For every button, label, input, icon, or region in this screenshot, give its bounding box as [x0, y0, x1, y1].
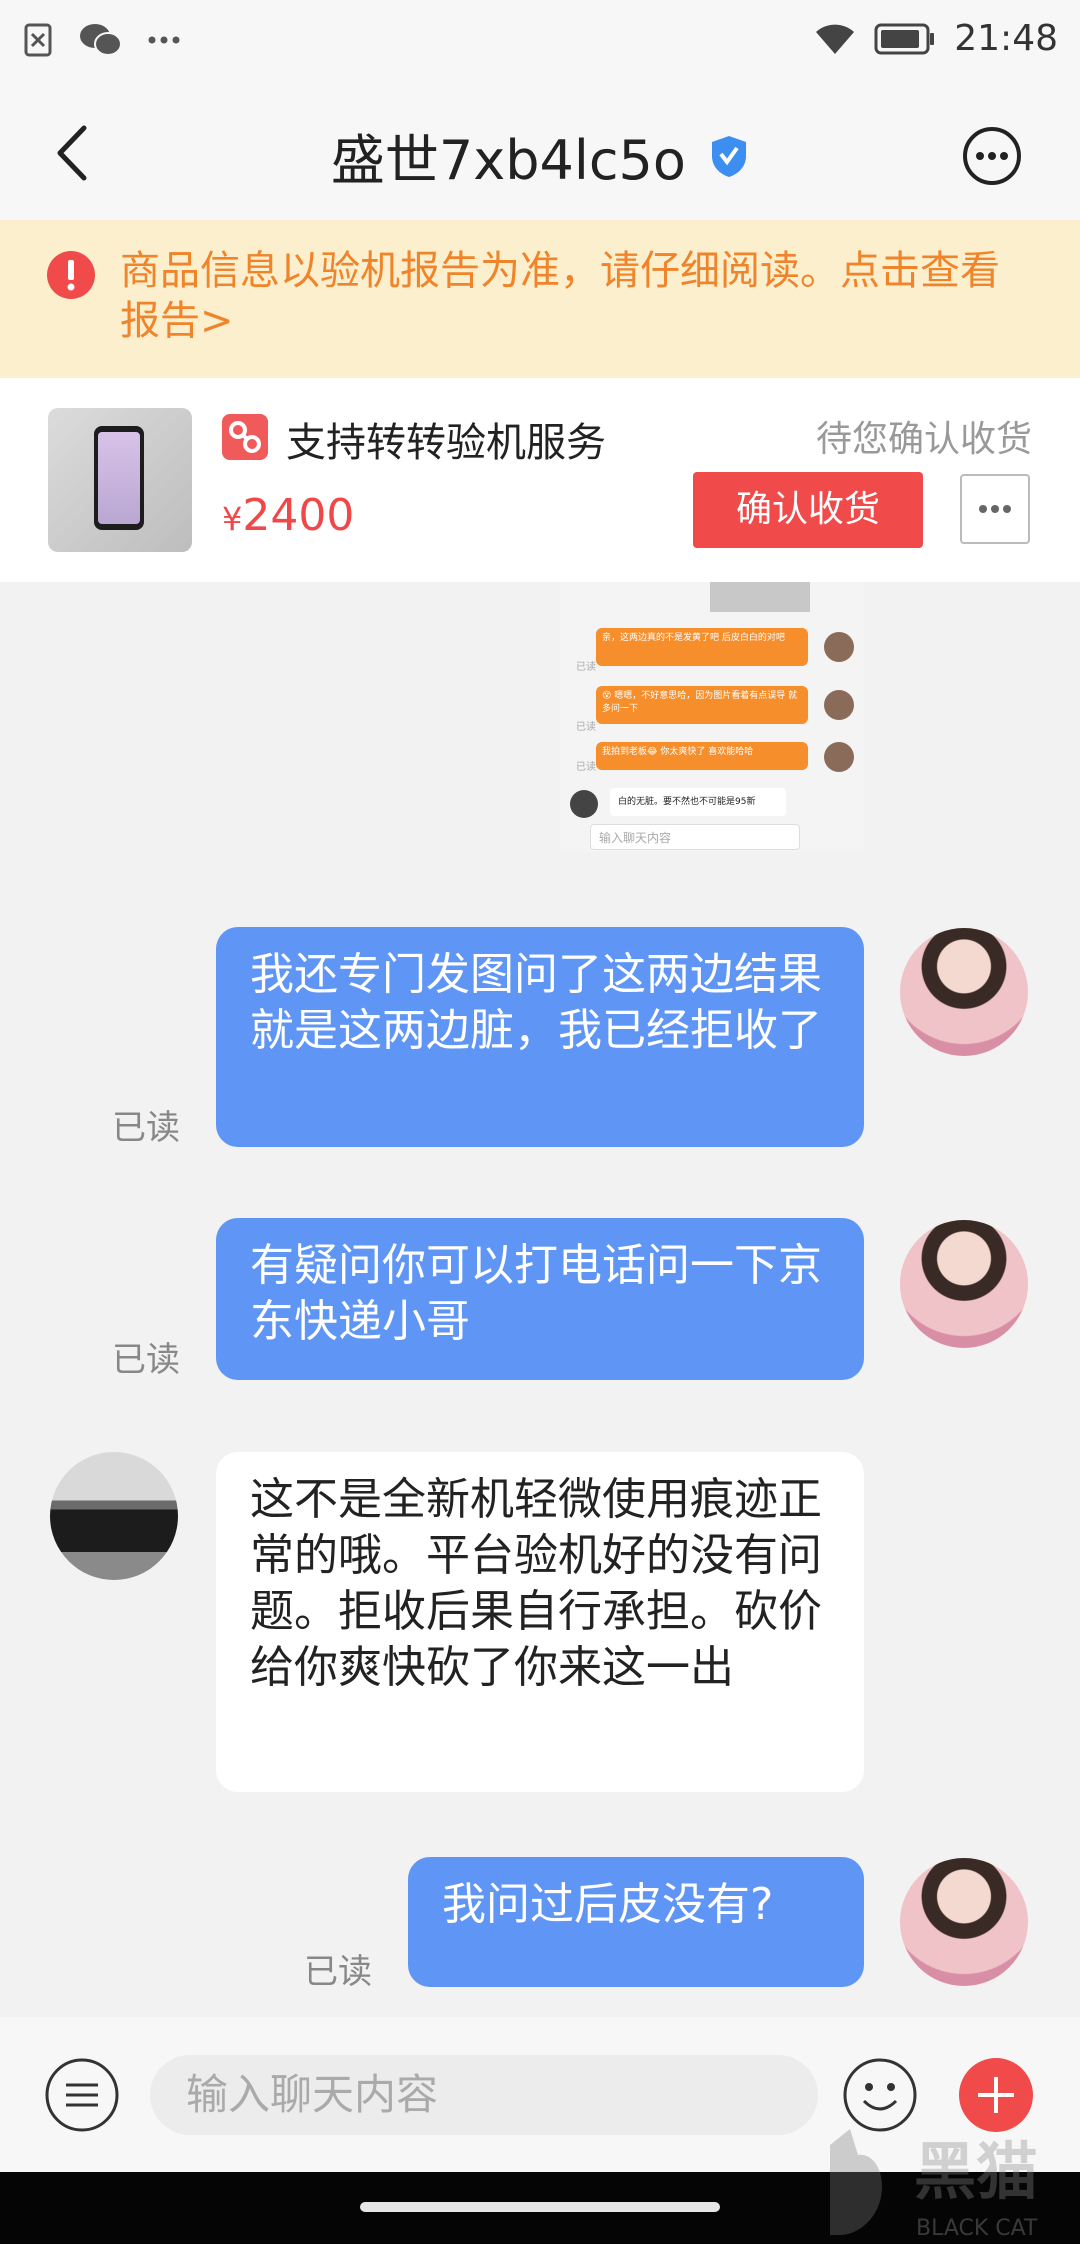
- avatar[interactable]: [900, 1858, 1028, 1986]
- clock: 21:48: [954, 18, 1058, 59]
- read-receipt: 已读: [112, 1108, 180, 1148]
- watermark-cn: 黑猫: [914, 2135, 1038, 2208]
- black-cat-watermark: 黑猫 BLACK CAT: [830, 2129, 1038, 2241]
- title-area: 盛世7xb4lc5o: [0, 116, 1080, 195]
- plus-icon[interactable]: [958, 2057, 1034, 2133]
- read-receipt: 已读: [304, 1952, 372, 1992]
- more-dots-icon: [979, 505, 1011, 513]
- inspection-notice-banner[interactable]: 商品信息以验机报告为准，请仔细阅读。点击查看报告>: [0, 220, 1080, 378]
- product-more-button[interactable]: [960, 474, 1030, 544]
- wechat-icon: [80, 24, 122, 56]
- service-label: 支持转转验机服务: [286, 420, 606, 466]
- verified-shield-icon: [712, 135, 747, 177]
- price-currency: ¥: [222, 500, 243, 538]
- avatar[interactable]: [900, 928, 1028, 1056]
- seller-avatar[interactable]: [50, 1452, 178, 1580]
- screenshot-message-1: 亲，这两边真的不是发黄了吧 后皮白白的对吧: [596, 628, 808, 666]
- close-notification-icon: [24, 23, 52, 57]
- product-price: ¥2400: [222, 490, 354, 541]
- menu-icon[interactable]: [44, 2057, 120, 2133]
- screenshot-read-1: 已读: [576, 662, 596, 673]
- warning-icon: [47, 251, 95, 299]
- message-bubble-sent[interactable]: 我还专门发图问了这两边结果就是这两边脏，我已经拒收了: [216, 927, 864, 1147]
- home-indicator[interactable]: [360, 2202, 720, 2212]
- screenshot-avatar: [824, 742, 854, 772]
- screenshot-reply: 白的无脏。要不然也不可能是95新: [610, 788, 786, 816]
- avatar[interactable]: [900, 1220, 1028, 1348]
- more-dots-icon: [148, 36, 180, 44]
- screenshot-message-2: 😵 嗯嗯，不好意思哈，因为图片看着有点误导 就多问一下: [596, 686, 808, 724]
- emoji-icon[interactable]: [842, 2057, 918, 2133]
- message-bubble-sent[interactable]: 有疑问你可以打电话问一下京东快递小哥: [216, 1218, 864, 1380]
- battery-icon: [874, 23, 935, 54]
- zhuanzhuan-service-icon: [222, 414, 268, 460]
- screenshot-top-image: [710, 582, 810, 612]
- chat-image-screenshot[interactable]: 亲，这两边真的不是发黄了吧 后皮白白的对吧 已读 😵 嗯嗯，不好意思哈，因为图片…: [560, 582, 864, 852]
- order-status: 待您确认收货: [815, 419, 1032, 460]
- screenshot-read-3: 已读: [576, 762, 596, 773]
- message-bubble-sent[interactable]: 我问过后皮没有?: [408, 1857, 864, 1987]
- product-thumbnail[interactable]: [48, 408, 192, 552]
- confirm-receipt-button[interactable]: 确认收货: [693, 472, 923, 548]
- screenshot-seller-avatar: [570, 790, 598, 818]
- screenshot-avatar: [824, 690, 854, 720]
- page-title: 盛世7xb4lc5o: [330, 129, 686, 192]
- message-bubble-received[interactable]: 这不是全新机轻微使用痕迹正常的哦。平台验机好的没有问题。拒收后果自行承担。砍价给…: [216, 1452, 864, 1792]
- screenshot-message-3: 我拍到老板😂 你太爽快了 喜欢能哈哈: [596, 742, 808, 770]
- screenshot-avatar: [824, 632, 854, 662]
- more-options-icon[interactable]: [962, 126, 1022, 186]
- chat-header: 盛世7xb4lc5o: [0, 86, 1080, 220]
- message-input[interactable]: 输入聊天内容: [150, 2055, 818, 2135]
- screenshot-input: 输入聊天内容: [590, 824, 800, 850]
- read-receipt: 已读: [112, 1340, 180, 1380]
- chat-message-list[interactable]: 亲，这两边真的不是发黄了吧 后皮白白的对吧 已读 😵 嗯嗯，不好意思哈，因为图片…: [0, 582, 1080, 2017]
- screenshot-read-2: 已读: [576, 722, 596, 733]
- notice-text: 商品信息以验机报告为准，请仔细阅读。点击查看报告>: [120, 248, 1000, 344]
- watermark-en: BLACK CAT: [916, 2216, 1038, 2241]
- product-card: 支持转转验机服务 待您确认收货 ¥2400 确认收货: [0, 378, 1080, 582]
- wifi-icon: [816, 24, 855, 54]
- status-bar: 21:48: [0, 0, 1080, 86]
- price-value: 2400: [242, 490, 355, 541]
